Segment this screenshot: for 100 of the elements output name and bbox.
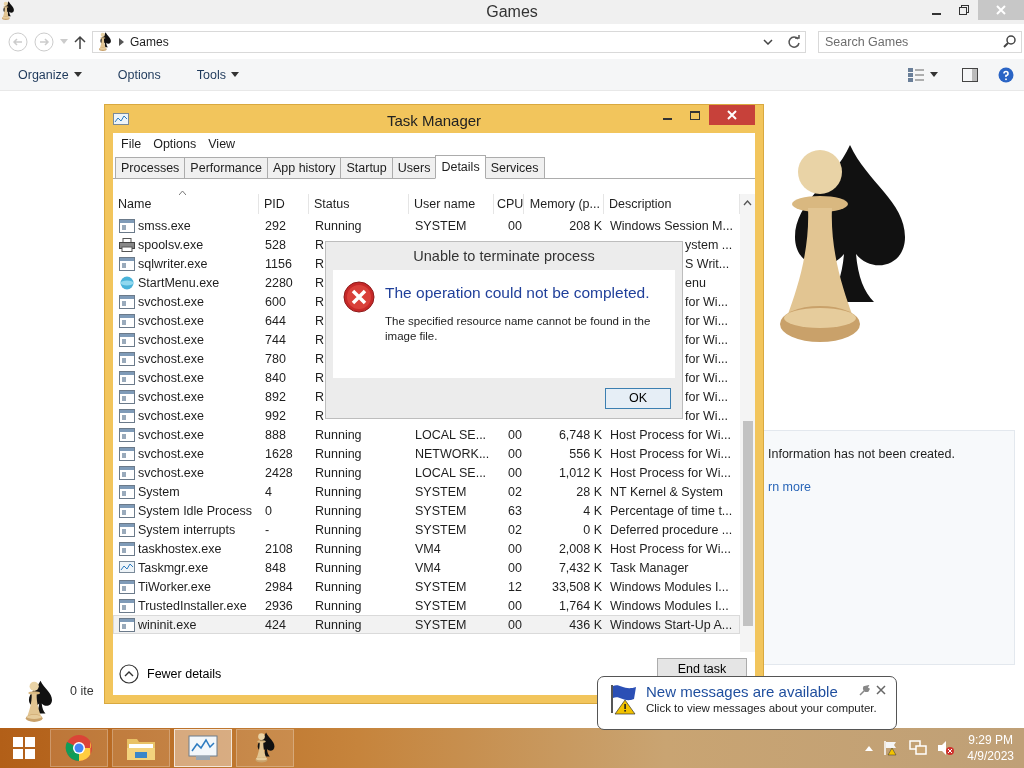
process-name: svchost.exe: [114, 446, 260, 461]
process-name: svchost.exe: [114, 313, 260, 328]
table-cell-text: Running: [314, 560, 363, 575]
item-count: 0 ite: [70, 684, 94, 698]
process-name: svchost.exe: [114, 389, 260, 404]
table-cell-text: R: [314, 256, 326, 271]
table-cell-text: 00: [507, 446, 523, 461]
table-cell-text: Running: [314, 503, 363, 518]
table-cell-text: R: [314, 408, 326, 423]
table-cell-text: Running: [314, 579, 363, 594]
window-title: Task Manager: [386, 111, 482, 129]
window-title: Games: [486, 3, 538, 21]
process-name: wininit.exe: [114, 617, 260, 632]
table-cell-text: 780: [264, 351, 287, 366]
table-cell-text: 2,008 K: [557, 541, 603, 556]
table-cell-text: Running: [314, 522, 363, 537]
table-cell-text: for Wi...: [685, 332, 730, 347]
table-cell-text: NETWORK...: [414, 446, 491, 461]
process-name: System: [114, 484, 260, 499]
table-cell-text: R: [314, 275, 326, 290]
table-cell-text: 2280: [264, 275, 294, 290]
process-name: spoolsv.exe: [114, 237, 260, 252]
info-text: Information has not been created.: [768, 447, 955, 461]
table-cell-text: enu: [685, 275, 707, 290]
table-cell-text: 1628: [264, 446, 294, 461]
table-cell-text: 02: [507, 522, 523, 537]
table-cell-text: Host Process for Wi...: [609, 427, 732, 442]
table-cell-text: SYSTEM: [414, 218, 468, 233]
table-cell-text: for Wi...: [685, 389, 730, 404]
table-cell-text: 2936: [264, 598, 294, 613]
table-cell-text: for Wi...: [685, 313, 730, 328]
table-cell-text: Windows Session M...: [609, 218, 734, 233]
table-cell-text: 28 K: [575, 484, 603, 499]
dialog-title: Unable to terminate process: [412, 247, 596, 266]
table-cell-text: 1,012 K: [557, 465, 603, 480]
table-cell-text: 848: [264, 560, 287, 575]
process-name: svchost.exe: [114, 294, 260, 309]
table-cell-text: 892: [264, 389, 287, 404]
table-cell-text: Running: [314, 541, 363, 556]
table-cell-text: Windows Start-Up A...: [609, 617, 734, 632]
table-cell-text: 02: [507, 484, 523, 499]
process-name: System interrupts: [114, 522, 260, 537]
table-cell-text: SYSTEM: [414, 503, 468, 518]
table-cell-text: -: [264, 522, 271, 537]
process-name: svchost.exe: [114, 351, 260, 366]
table-cell-text: Windows Modules I...: [609, 598, 730, 613]
table-cell-text: for Wi...: [685, 294, 730, 309]
table-cell-text: S Writ...: [685, 256, 731, 271]
process-name: sqlwriter.exe: [114, 256, 260, 271]
dialog-heading: The operation could not be completed.: [385, 284, 651, 302]
table-cell-text: 00: [507, 560, 523, 575]
process-name: svchost.exe: [114, 332, 260, 347]
table-cell-text: 0 K: [582, 522, 603, 537]
table-cell-text: Task Manager: [609, 560, 690, 575]
table-cell-text: SYSTEM: [414, 484, 468, 499]
table-cell-text: 4 K: [582, 503, 603, 518]
table-cell-text: for Wi...: [685, 370, 730, 385]
dialog-message: The specified resource name cannot be found in the image file.: [385, 314, 652, 344]
table-cell-text: 888: [264, 427, 287, 442]
table-cell-text: 6,748 K: [557, 427, 603, 442]
table-cell-text: Percentage of time t...: [609, 503, 734, 518]
table-cell-text: 4: [264, 484, 273, 499]
table-cell-text: R: [314, 237, 326, 252]
process-name: svchost.exe: [114, 465, 260, 480]
table-cell-text: Running: [314, 598, 363, 613]
table-cell-text: 992: [264, 408, 287, 423]
table-cell-text: 840: [264, 370, 287, 385]
table-cell-text: SYSTEM: [414, 598, 468, 613]
table-cell-text: 208 K: [568, 218, 603, 233]
table-cell-text: 00: [507, 427, 523, 442]
table-cell-text: R: [314, 389, 326, 404]
table-cell-text: Running: [314, 427, 363, 442]
table-cell-text: Host Process for Wi...: [609, 446, 732, 461]
table-cell-text: 33,508 K: [550, 579, 603, 594]
table-cell-text: 1156: [264, 256, 293, 271]
table-cell-text: 00: [507, 465, 523, 480]
table-cell-text: 12: [507, 579, 523, 594]
table-cell-text: Running: [314, 446, 363, 461]
table-cell-text: 7,432 K: [557, 560, 603, 575]
table-cell-text: R: [314, 313, 326, 328]
table-cell-text: Host Process for Wi...: [609, 541, 732, 556]
table-cell-text: 600: [264, 294, 287, 309]
process-name: svchost.exe: [114, 370, 260, 385]
table-cell-text: 00: [507, 617, 523, 632]
notification-message: Click to view messages about your computer.: [646, 702, 877, 714]
table-cell-text: for Wi...: [685, 351, 730, 366]
process-name: smss.exe: [114, 218, 260, 233]
table-cell-text: SYSTEM: [414, 522, 468, 537]
table-cell-text: 424: [264, 617, 287, 632]
table-cell-text: 436 K: [568, 617, 603, 632]
process-name: System Idle Process: [114, 503, 260, 518]
table-cell-text: 00: [507, 218, 523, 233]
table-cell-text: ystem ...: [685, 237, 734, 252]
table-cell-text: Windows Modules I...: [609, 579, 730, 594]
table-cell-text: VM4: [414, 560, 442, 575]
table-cell-text: 1,764 K: [557, 598, 603, 613]
table-cell-text: NT Kernel & System: [609, 484, 724, 499]
table-cell-text: 528: [264, 237, 287, 252]
table-cell-text: Deferred procedure ...: [609, 522, 734, 537]
table-cell-text: 2984: [264, 579, 294, 594]
